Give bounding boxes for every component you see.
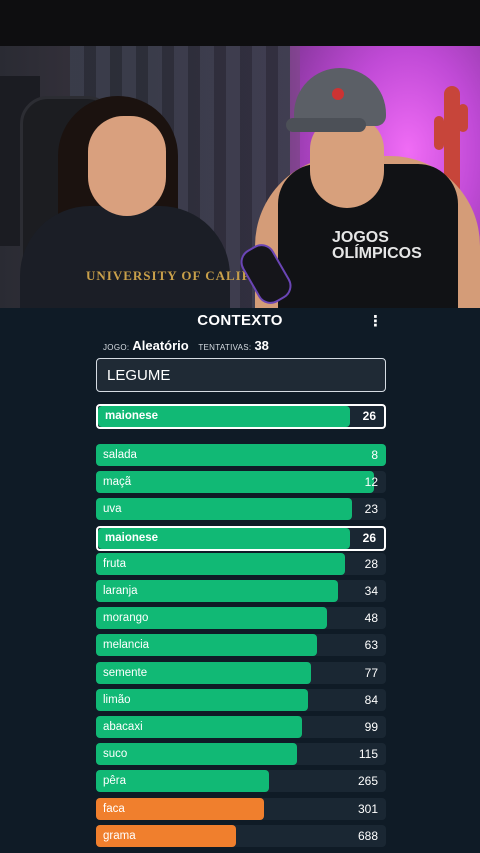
tentativas-label: TENTATIVAS:: [198, 343, 252, 352]
shirt-print: JOGOS OLÍMPICOS: [332, 229, 422, 262]
guess-word: morango: [103, 612, 149, 625]
guess-row: pêra 265: [96, 770, 386, 793]
guess-bar: [96, 444, 386, 466]
guess-row: salada 8: [96, 444, 386, 466]
jogo-value: Aleatório: [132, 338, 189, 353]
guess-word: salada: [103, 449, 137, 461]
game-title: CONTEXTO: [197, 312, 283, 329]
guess-row: suco 115: [96, 743, 386, 766]
guess-bar: [96, 498, 352, 521]
guess-word: limão: [103, 693, 131, 706]
guess-word: faca: [103, 802, 125, 815]
guess-word: maçã: [103, 476, 132, 489]
guess-rank: 63: [364, 638, 378, 653]
guess-bar: [96, 471, 374, 494]
last-guess-row: maionese 26: [96, 404, 386, 429]
guess-word: pêra: [103, 775, 127, 788]
shirt: [20, 206, 230, 308]
guess-row: melancia 63: [96, 634, 386, 657]
guess-rank: 28: [364, 556, 378, 571]
guess-row: morango 48: [96, 607, 386, 630]
guess-word: grama: [103, 829, 136, 842]
cap-brim: [286, 118, 366, 132]
guess-row: abacaxi 99: [96, 716, 386, 738]
face: [88, 116, 166, 216]
guess-bar: [96, 552, 345, 575]
contexto-game-panel: CONTEXTO ⋮ JOGO: Aleatório TENTATIVAS: 38 …: [0, 308, 480, 853]
guess-row: uva 23: [96, 498, 386, 521]
guess-row: maçã 12: [96, 471, 386, 494]
tentativas-value: 38: [254, 338, 269, 353]
guess-rank: 115: [358, 747, 378, 762]
guess-word: maionese: [105, 531, 159, 544]
last-guess-word: maionese: [105, 410, 159, 422]
guess-rank: 23: [364, 502, 378, 517]
guess-row: faca 301: [96, 797, 386, 820]
last-guess-rank: 26: [362, 409, 376, 423]
guess-row: semente 77: [96, 661, 386, 684]
guess-word: laranja: [103, 585, 138, 597]
guess-rank: 34: [364, 584, 378, 598]
guess-rank: 48: [364, 611, 378, 626]
guess-rank: 265: [357, 774, 378, 789]
guess-rank: 26: [362, 530, 376, 545]
guess-row: fruta 28: [96, 552, 386, 575]
game-info: JOGO: Aleatório TENTATIVAS: 38: [103, 338, 275, 353]
guess-row: laranja 34: [96, 580, 386, 602]
guess-rank: 301: [357, 801, 378, 816]
guess-row: grama 688: [96, 824, 386, 847]
guess-word: melancia: [103, 639, 150, 652]
guess-input[interactable]: [96, 358, 386, 392]
guess-word: semente: [103, 666, 148, 679]
guess-word: abacaxi: [103, 721, 143, 733]
webcam-feed: UNIVERSITY OF CALIFORNIA JOGOS OLÍMPICOS: [0, 46, 480, 308]
jogo-label: JOGO:: [103, 343, 130, 352]
guess-rank: 688: [357, 828, 378, 843]
top-black-bar: [0, 0, 480, 46]
cap-logo-icon: [332, 88, 344, 100]
guess-rank: 99: [364, 720, 378, 734]
guess-rank: 8: [371, 448, 378, 462]
guess-rank: 77: [364, 665, 378, 680]
guess-rank: 12: [364, 475, 378, 490]
guess-word: suco: [103, 748, 128, 761]
guess-row: limão 84: [96, 688, 386, 711]
guess-row: maionese 26: [96, 525, 386, 551]
guess-word: fruta: [103, 557, 127, 570]
guess-rank: 84: [364, 692, 378, 707]
more-menu-icon[interactable]: ⋮: [368, 312, 383, 330]
guess-word: uva: [103, 503, 122, 516]
